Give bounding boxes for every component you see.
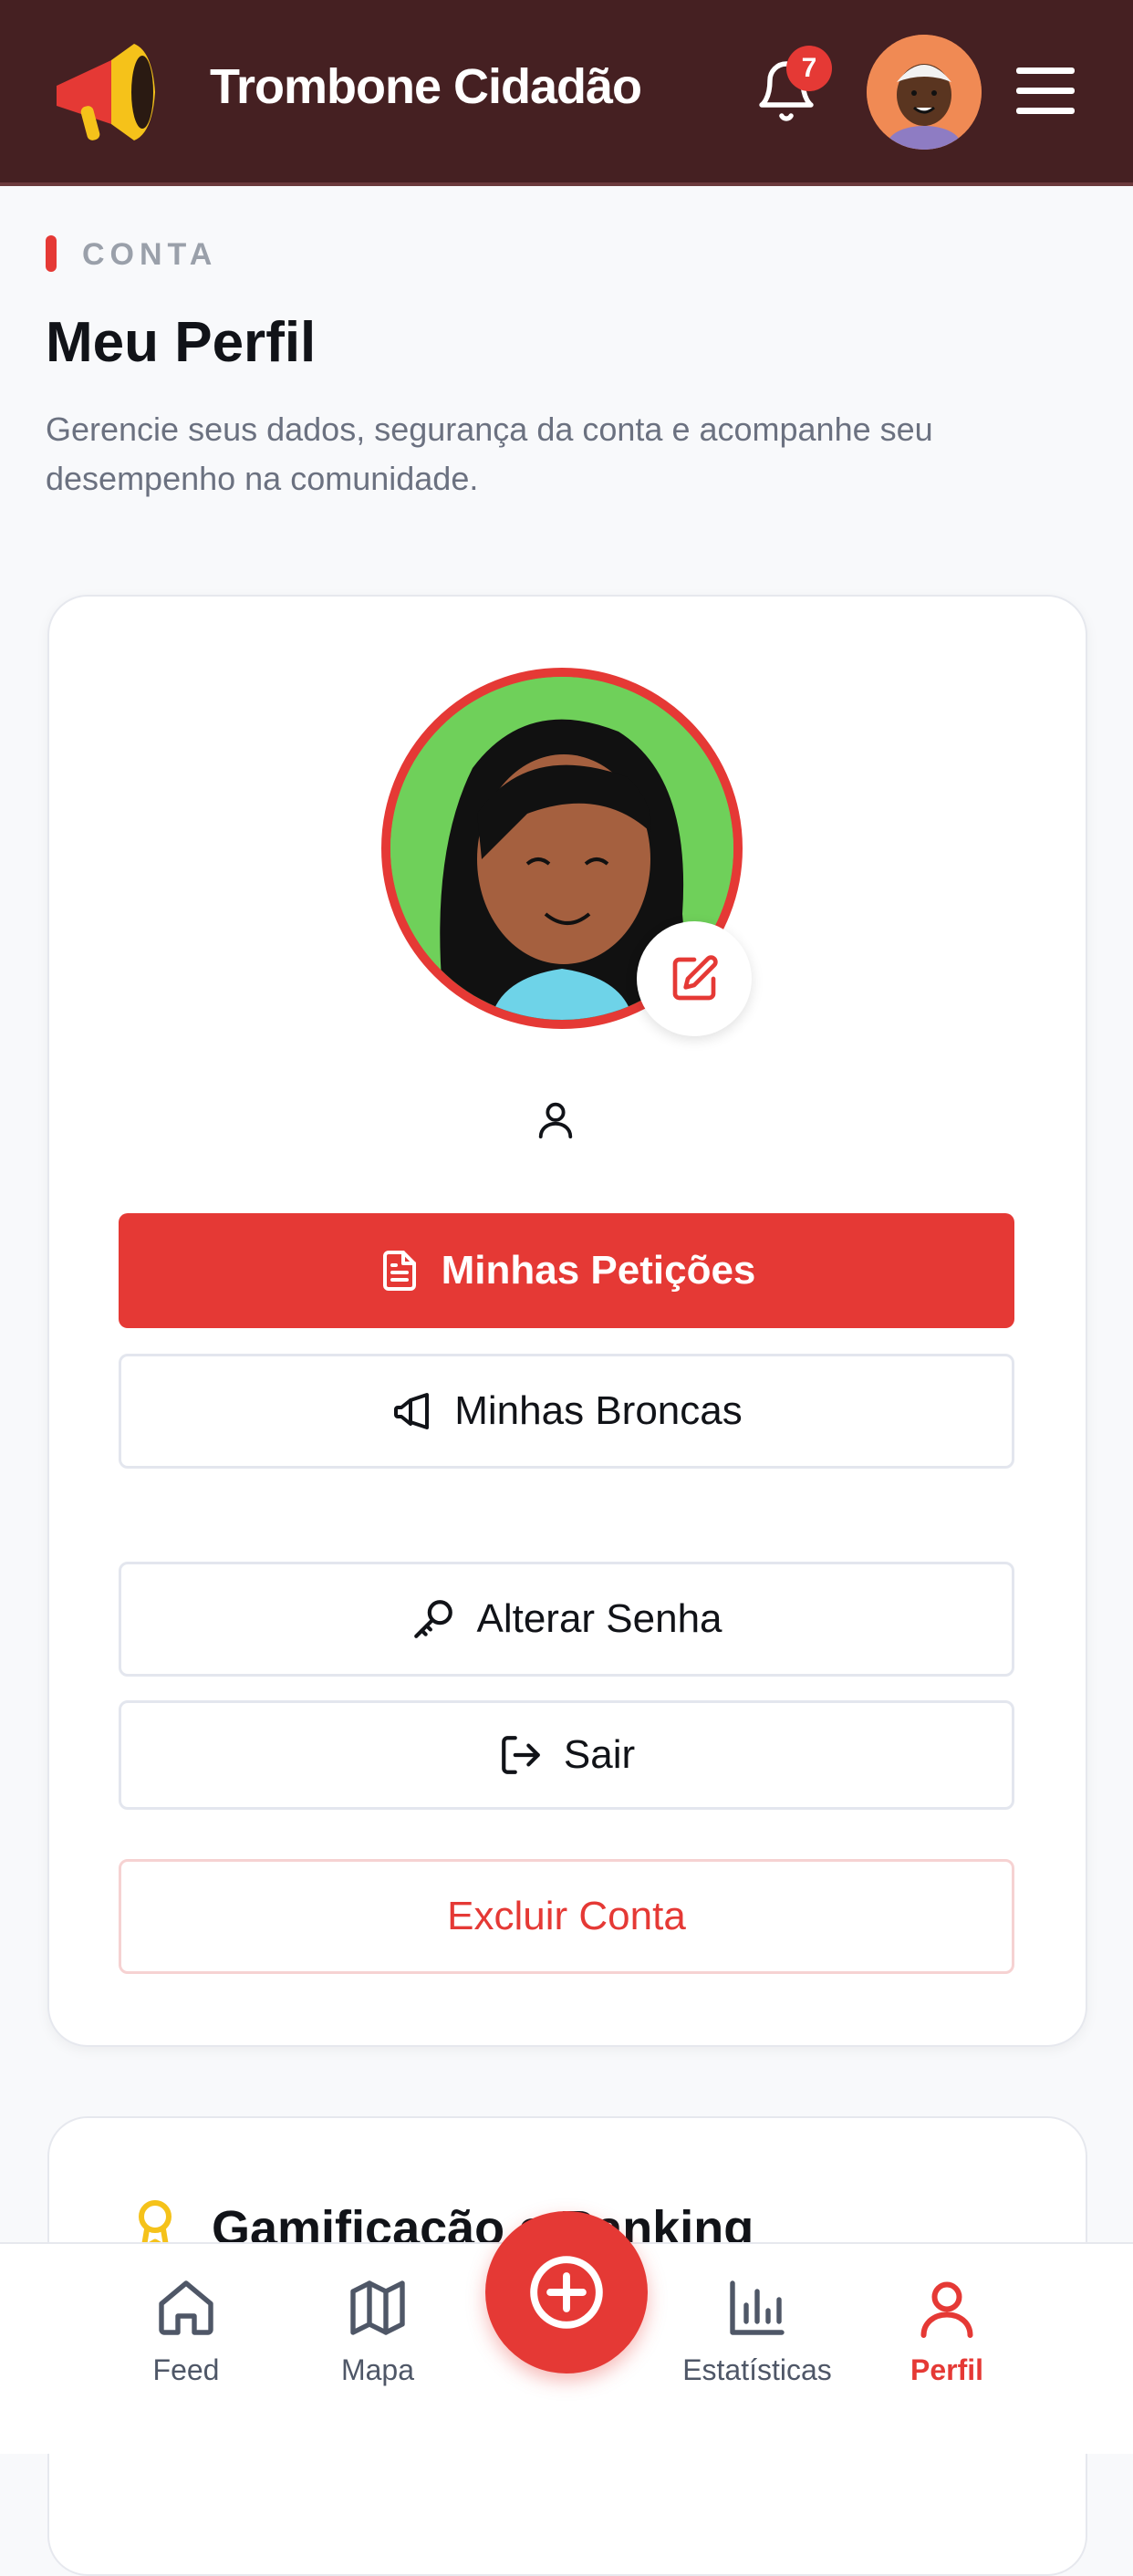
megaphone-logo-icon[interactable] xyxy=(47,33,166,151)
my-complaints-label: Minhas Broncas xyxy=(454,1388,743,1433)
logout-label: Sair xyxy=(563,1732,636,1777)
my-petitions-label: Minhas Petições xyxy=(441,1248,756,1293)
nav-feed[interactable]: Feed xyxy=(104,2275,268,2387)
my-complaints-button[interactable]: Minhas Broncas xyxy=(119,1354,1014,1469)
edit-avatar-button[interactable] xyxy=(637,921,752,1036)
notification-badge: 7 xyxy=(786,46,832,91)
nav-statistics[interactable]: Estatísticas xyxy=(675,2275,839,2387)
map-icon xyxy=(350,2280,405,2335)
change-password-button[interactable]: Alterar Senha xyxy=(119,1562,1014,1677)
nav-map[interactable]: Mapa xyxy=(296,2275,460,2387)
header-avatar[interactable] xyxy=(867,35,982,150)
nav-profile[interactable]: Perfil xyxy=(865,2275,1029,2387)
nav-map-label: Mapa xyxy=(340,2353,415,2386)
app-header: Trombone Cidadão 7 xyxy=(0,0,1133,186)
edit-icon xyxy=(672,955,718,1001)
user-icon xyxy=(920,2281,973,2338)
app-title[interactable]: Trombone Cidadão xyxy=(210,58,642,115)
menu-icon[interactable] xyxy=(1013,62,1078,120)
home-icon xyxy=(159,2280,213,2335)
section-label: CONTA xyxy=(82,237,218,272)
nav-feed-label: Feed xyxy=(152,2353,220,2386)
bar-chart-icon xyxy=(730,2280,785,2335)
document-icon xyxy=(382,1251,416,1291)
my-petitions-button[interactable]: Minhas Petições xyxy=(119,1213,1014,1328)
user-icon xyxy=(538,1102,573,1139)
delete-account-label: Excluir Conta xyxy=(447,1894,686,1938)
key-icon xyxy=(414,1600,453,1638)
page-title: Meu Perfil xyxy=(46,311,317,374)
section-marker xyxy=(46,235,57,272)
megaphone-icon xyxy=(394,1393,430,1429)
page-description: Gerencie seus dados, segurança da conta … xyxy=(46,410,933,497)
logout-button[interactable]: Sair xyxy=(119,1700,1014,1810)
nav-statistics-label: Estatísticas xyxy=(682,2353,832,2386)
change-password-label: Alterar Senha xyxy=(476,1596,722,1641)
logout-icon xyxy=(502,1736,540,1774)
create-button[interactable] xyxy=(485,2211,648,2373)
plus-circle-icon xyxy=(530,2256,603,2329)
nav-profile-label: Perfil xyxy=(910,2353,984,2386)
delete-account-button[interactable]: Excluir Conta xyxy=(119,1859,1014,1974)
